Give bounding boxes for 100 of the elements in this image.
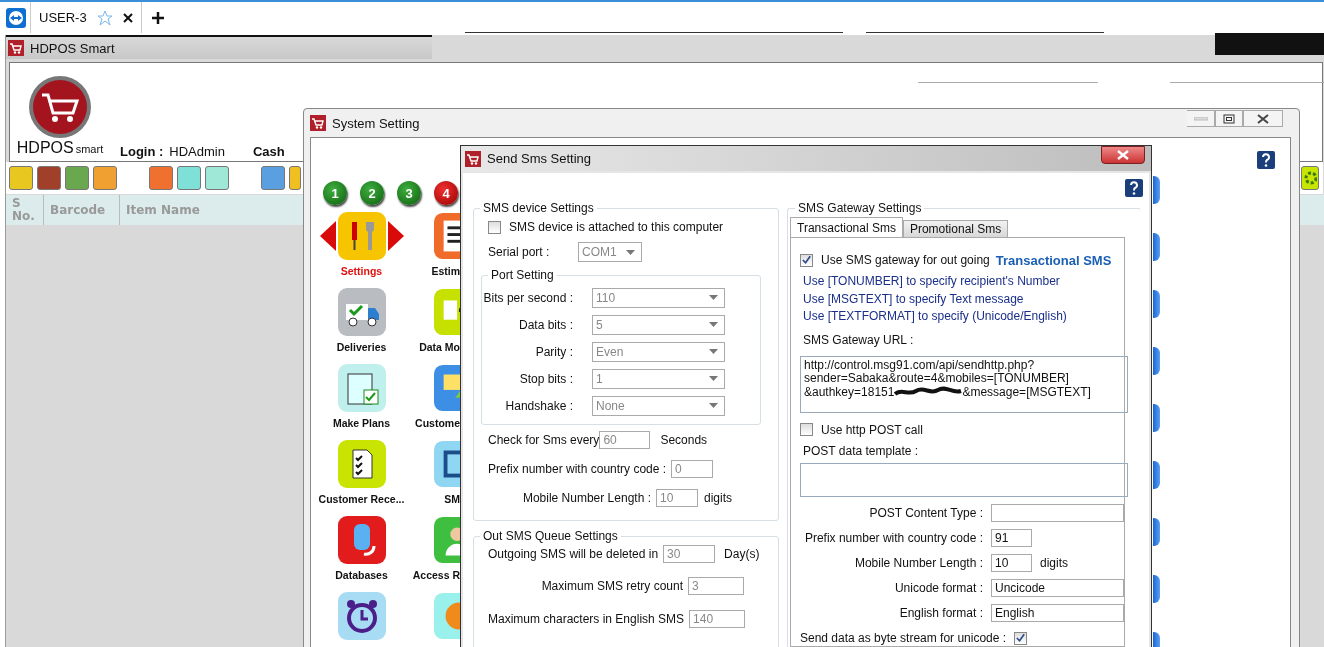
checkbox-label: Use http POST call [821,422,923,437]
caret-icon [709,349,718,354]
field-label: Handshake : [504,398,573,413]
side-button[interactable] [1153,461,1160,489]
field-label: Send data as byte stream for unicode : [800,631,1007,645]
plus-icon[interactable] [151,11,164,24]
side-button[interactable] [1153,176,1160,204]
url-line: sender=Sabaka&route=4&mobiles=[TONUMBER] [804,372,1070,386]
unit-label: Day(s) [724,547,760,561]
gear-button[interactable] [1301,166,1319,190]
text-field[interactable]: English [991,604,1124,622]
sticky-notes-icon [434,364,460,412]
field-label: Mobile Number Length : [853,556,983,570]
field-label: Data bits : [517,317,573,332]
cash-label: Cash [252,144,285,159]
toolbar-button[interactable] [205,166,229,190]
text-field[interactable] [991,504,1124,522]
side-button[interactable] [1153,233,1160,261]
field-label: POST Content Type : [868,506,983,520]
toolbar-button[interactable] [9,166,33,190]
text-field[interactable]: Uncicode [991,579,1124,597]
toolbar-button[interactable] [177,166,201,190]
person-icon [434,516,460,564]
caret-icon [709,403,718,408]
field-label: SMS Gateway URL : [802,332,915,349]
close-icon[interactable] [122,12,133,23]
left-arrow-icon[interactable] [319,221,336,251]
help-button[interactable] [1257,151,1275,169]
app-tile[interactable]: Customer Rece... [317,440,406,505]
hint-text: Use [TONUMBER] to specify recipient's Number [802,273,1061,290]
side-button[interactable] [1153,290,1160,318]
window-title: HDPOS Smart [30,40,115,56]
alarm-clock-icon [337,592,386,640]
field-label: Serial port : [488,245,551,259]
database-icon [337,516,386,564]
close-icon [1117,150,1129,160]
truck-icon [337,288,386,336]
text-field[interactable]: 10 [991,554,1032,572]
group-title: Port Setting [490,268,555,282]
toolbar-button[interactable] [289,166,301,190]
caret-icon [709,295,718,300]
tab-label: USER-3 [39,10,87,25]
dialog-title: Send Sms Setting [487,151,592,166]
app-tile[interactable]: Deliveries [317,288,406,353]
page-button[interactable]: 3 [397,181,421,205]
document-icon [434,212,460,260]
close-button[interactable] [1101,146,1145,164]
right-arrow-icon[interactable] [387,221,404,251]
side-button[interactable] [1153,518,1160,546]
group-title: SMS device Settings [482,201,595,215]
maximize-button[interactable] [1215,110,1243,127]
field-label: Prefix number with country code : [488,461,667,476]
field-label: Maximum characters in English SMS [488,612,685,626]
field-label: POST data template : [802,443,920,460]
column-header: Barcode [44,195,120,225]
logo-icon [28,75,92,139]
app-tile[interactable]: Make Plans [317,364,406,429]
window-title: System Setting [332,115,420,131]
checkbox[interactable] [1014,631,1028,645]
url-field[interactable]: http://control.msg91.com/api/sendhttp.php? sender=Sabaka&route=4&mobiles=[TONUMBER] &authkey=18151 &message=[MSGTEXT] [800,355,1128,413]
minimize-icon [1193,116,1208,121]
app-icon[interactable] [6,7,26,28]
side-button[interactable] [1153,347,1160,375]
checkbox[interactable] [800,253,813,267]
close-button[interactable] [1243,110,1283,127]
browser-tab[interactable]: USER-3 [30,2,142,33]
cart-icon [310,115,326,131]
unit-label: digits [704,490,732,505]
tab[interactable]: Promotional Sms [902,220,1009,237]
field-label: Check for Sms every [488,432,600,447]
caret-icon [709,376,718,381]
login-value: HDAdmin [169,144,225,159]
hint-text: Use [MSGTEXT] to specify Text message [802,290,1025,308]
field-label: Unicode format : [893,581,983,595]
page-button[interactable]: 4 [434,181,458,205]
page-button[interactable]: 2 [360,181,384,205]
help-button[interactable] [1125,179,1143,197]
field-label: Stop bits : [518,371,573,386]
field-label: Maximum SMS retry count [540,579,683,593]
close-icon [1257,113,1269,124]
maximize-icon [1223,113,1235,124]
caret-icon [626,249,635,255]
star-icon[interactable] [96,9,113,26]
tab[interactable]: Transactional Sms [790,217,903,237]
side-button[interactable] [1153,404,1160,432]
url-line: &message=[MSGTEXT] [962,384,1091,399]
gear-icon [1303,170,1317,186]
field-label: Prefix number with country code : [803,531,983,545]
group-title: SMS Gateway Settings [797,201,923,215]
field-label: English format : [898,606,983,620]
gateway-type-label: Transactional SMS [995,252,1112,268]
text-field[interactable]: 91 [991,529,1032,547]
app-tile[interactable]: Databases [317,516,406,581]
checkbox[interactable] [488,220,501,234]
page-button[interactable]: 1 [323,181,347,205]
side-button[interactable] [1153,575,1160,603]
tools-icon [337,212,386,260]
logo-subtext: smart [75,143,104,155]
cart-icon [8,40,24,56]
checkbox[interactable] [800,423,813,436]
